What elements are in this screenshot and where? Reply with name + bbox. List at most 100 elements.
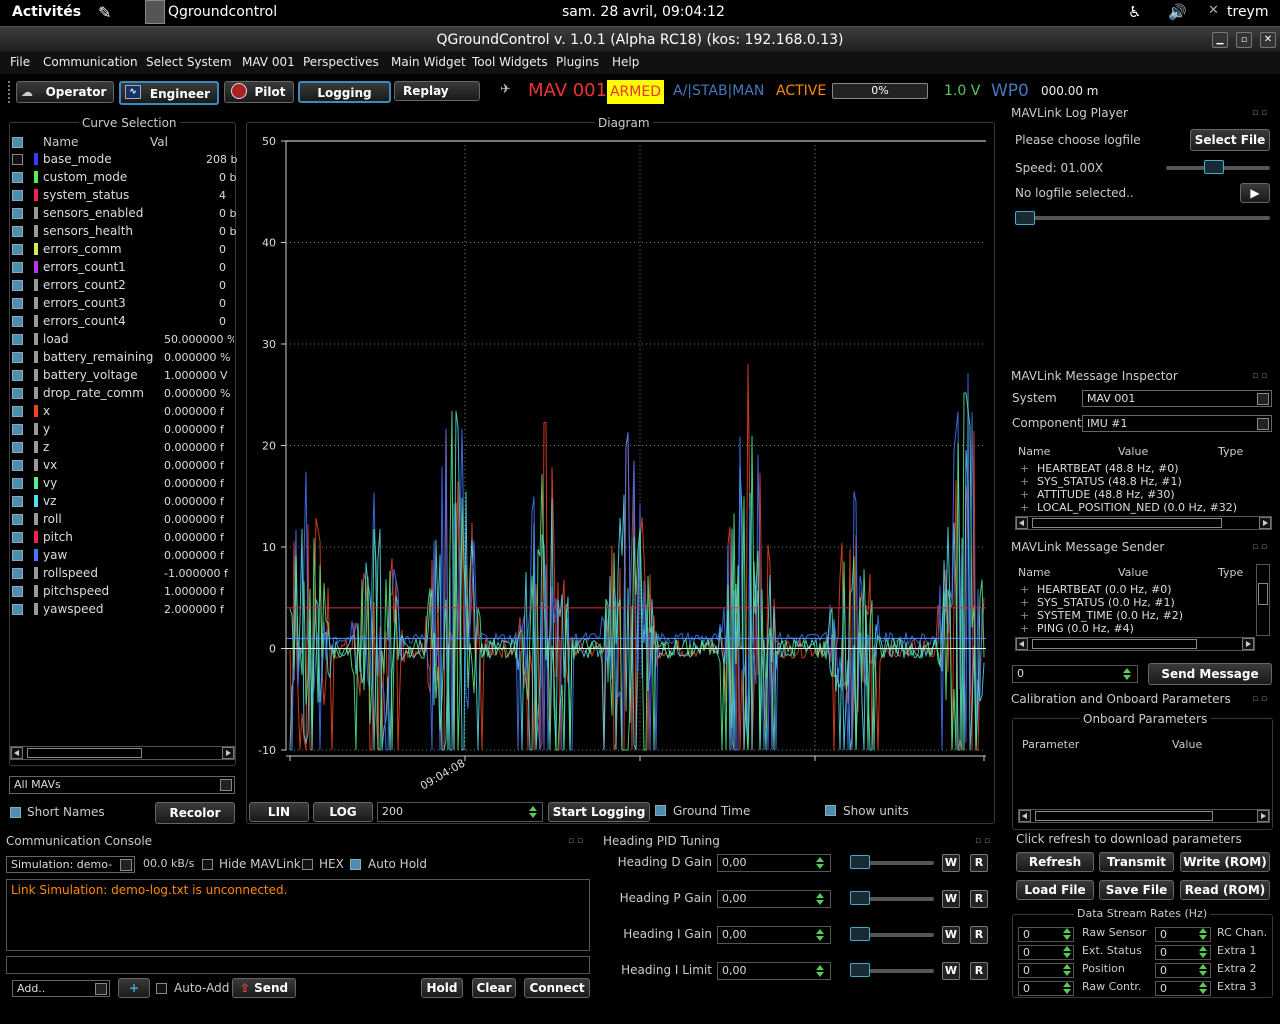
write-rom-button[interactable]: Write (ROM): [1180, 852, 1270, 872]
tree-expand-icon[interactable]: +: [1020, 462, 1029, 475]
curve-checkbox[interactable]: [12, 514, 23, 525]
minimize-button[interactable]: ▁: [1212, 32, 1228, 48]
inspector-scrollbar[interactable]: [1015, 516, 1272, 530]
message-item[interactable]: LOCAL_POSITION_NED (0.0 Hz, #32): [1037, 501, 1237, 514]
read-rom-button[interactable]: Read (ROM): [1180, 880, 1270, 900]
pid-slider-handle[interactable]: [850, 855, 870, 869]
pid-value-field[interactable]: 0,00: [717, 854, 831, 872]
curve-checkbox[interactable]: [12, 244, 23, 255]
pid-spinner-icon[interactable]: [815, 965, 825, 977]
tree-expand-icon[interactable]: +: [1020, 622, 1029, 635]
play-button[interactable]: ▶: [1240, 183, 1270, 203]
curve-list-scrollbar[interactable]: [10, 746, 235, 760]
inspector-component-select[interactable]: IMU #1: [1082, 415, 1272, 432]
curve-checkbox[interactable]: [12, 550, 23, 561]
scroll-right-icon[interactable]: [1242, 638, 1254, 650]
sender-scroll-thumb[interactable]: [1032, 639, 1197, 649]
pid-read-button[interactable]: R: [970, 890, 988, 908]
select-file-button[interactable]: Select File: [1190, 129, 1270, 151]
maximize-button[interactable]: ▫: [1236, 32, 1252, 48]
pid-write-button[interactable]: W: [942, 854, 960, 872]
menu-tool-widgets[interactable]: Tool Widgets: [472, 55, 548, 69]
tree-expand-icon[interactable]: +: [1020, 488, 1029, 501]
dock-float-icon[interactable]: ▫ ▫: [1252, 542, 1267, 552]
sender-count-spinner-icon[interactable]: [1122, 668, 1132, 680]
send-button[interactable]: ⇪ Send: [232, 978, 296, 998]
mav-name[interactable]: MAV 001: [528, 80, 607, 101]
curve-checkbox[interactable]: [12, 406, 23, 417]
auto-add-checkbox[interactable]: [156, 983, 167, 994]
refresh-button[interactable]: Refresh: [1016, 852, 1094, 872]
pid-spinner-icon[interactable]: [815, 893, 825, 905]
scroll-right-icon[interactable]: [1257, 810, 1269, 822]
message-item[interactable]: HEARTBEAT (48.8 Hz, #0): [1037, 462, 1179, 475]
load-file-button[interactable]: Load File: [1016, 880, 1094, 900]
curve-checkbox[interactable]: [12, 586, 23, 597]
pid-read-button[interactable]: R: [970, 854, 988, 872]
pid-value-field[interactable]: 0,00: [717, 962, 831, 980]
curve-checkbox[interactable]: [12, 532, 23, 543]
dock-float-icon[interactable]: ▫ ▫: [1252, 371, 1267, 381]
scroll-left-icon[interactable]: [11, 747, 23, 759]
curve-checkbox[interactable]: [12, 154, 23, 165]
curve-checkbox[interactable]: [12, 460, 23, 471]
tree-expand-icon[interactable]: +: [1020, 583, 1029, 596]
scroll-left-icon[interactable]: [1016, 517, 1028, 529]
message-item[interactable]: SYS_STATUS (48.8 Hz, #1): [1037, 475, 1182, 488]
scroll-left-icon[interactable]: [1019, 810, 1031, 822]
menu-perspectives[interactable]: Perspectives: [303, 55, 379, 69]
operator-button[interactable]: ☁ Operator: [16, 81, 114, 103]
curve-checkbox[interactable]: [12, 496, 23, 507]
message-item[interactable]: PING (0.0 Hz, #4): [1037, 622, 1134, 635]
mav-filter-select[interactable]: All MAVs: [9, 776, 235, 794]
scroll-right-icon[interactable]: [222, 747, 234, 759]
clear-button[interactable]: Clear: [472, 978, 516, 998]
dock-float-icon[interactable]: ▫ ▫: [1252, 694, 1267, 704]
inspector-system-select[interactable]: MAV 001: [1082, 390, 1272, 407]
auto-hold-checkbox[interactable]: [350, 859, 361, 870]
volume-icon[interactable]: 🔊: [1168, 3, 1187, 21]
pid-spinner-icon[interactable]: [815, 857, 825, 869]
sender-count-field[interactable]: 0: [1012, 665, 1138, 683]
recolor-button[interactable]: Recolor: [155, 802, 235, 824]
menu-communication[interactable]: Communication: [43, 55, 138, 69]
speed-slider-handle[interactable]: [1203, 160, 1224, 174]
curve-checkbox[interactable]: [12, 226, 23, 237]
pilot-button[interactable]: Pilot: [224, 81, 294, 103]
pid-value-field[interactable]: 0,00: [717, 890, 831, 908]
curve-checkbox[interactable]: [12, 604, 23, 615]
dock-float-icon[interactable]: ▫ ▫: [975, 836, 990, 846]
menu-main-widget[interactable]: Main Widget: [391, 55, 466, 69]
rate-spinner-icon[interactable]: [1198, 982, 1208, 994]
curve-checkbox[interactable]: [12, 298, 23, 309]
message-item[interactable]: SYS_STATUS (0.0 Hz, #1): [1037, 596, 1175, 609]
params-scrollbar[interactable]: [1018, 809, 1270, 823]
clock[interactable]: sam. 28 avril, 09:04:12: [562, 4, 725, 20]
menu-select-system[interactable]: Select System: [146, 55, 232, 69]
pid-spinner-icon[interactable]: [815, 929, 825, 941]
sender-vscroll-thumb[interactable]: [1258, 583, 1268, 605]
curve-checkbox[interactable]: [12, 208, 23, 219]
activities-button[interactable]: Activités: [12, 4, 81, 20]
curve-checkbox[interactable]: [12, 262, 23, 273]
tree-expand-icon[interactable]: +: [1020, 501, 1029, 514]
curve-checkbox[interactable]: [12, 442, 23, 453]
add-button[interactable]: +: [118, 978, 150, 998]
curve-scroll-thumb[interactable]: [27, 748, 142, 758]
curve-checkbox[interactable]: [12, 370, 23, 381]
message-item[interactable]: ATTITUDE (48.8 Hz, #30): [1037, 488, 1175, 501]
hex-checkbox[interactable]: [302, 859, 313, 870]
menu-file[interactable]: File: [10, 55, 30, 69]
pid-slider-handle[interactable]: [850, 891, 870, 905]
curve-checkbox[interactable]: [12, 424, 23, 435]
pid-slider-handle[interactable]: [850, 963, 870, 977]
connect-button[interactable]: Connect: [524, 978, 590, 998]
toolbar-handle[interactable]: [8, 81, 12, 103]
start-logging-button[interactable]: Start Logging: [548, 802, 650, 822]
console-input[interactable]: [6, 956, 590, 974]
save-file-button[interactable]: Save File: [1099, 880, 1174, 900]
scroll-left-icon[interactable]: [1016, 638, 1028, 650]
sender-scrollbar[interactable]: [1015, 637, 1255, 651]
curve-checkbox[interactable]: [12, 172, 23, 183]
points-spinner-icon[interactable]: [528, 806, 538, 818]
